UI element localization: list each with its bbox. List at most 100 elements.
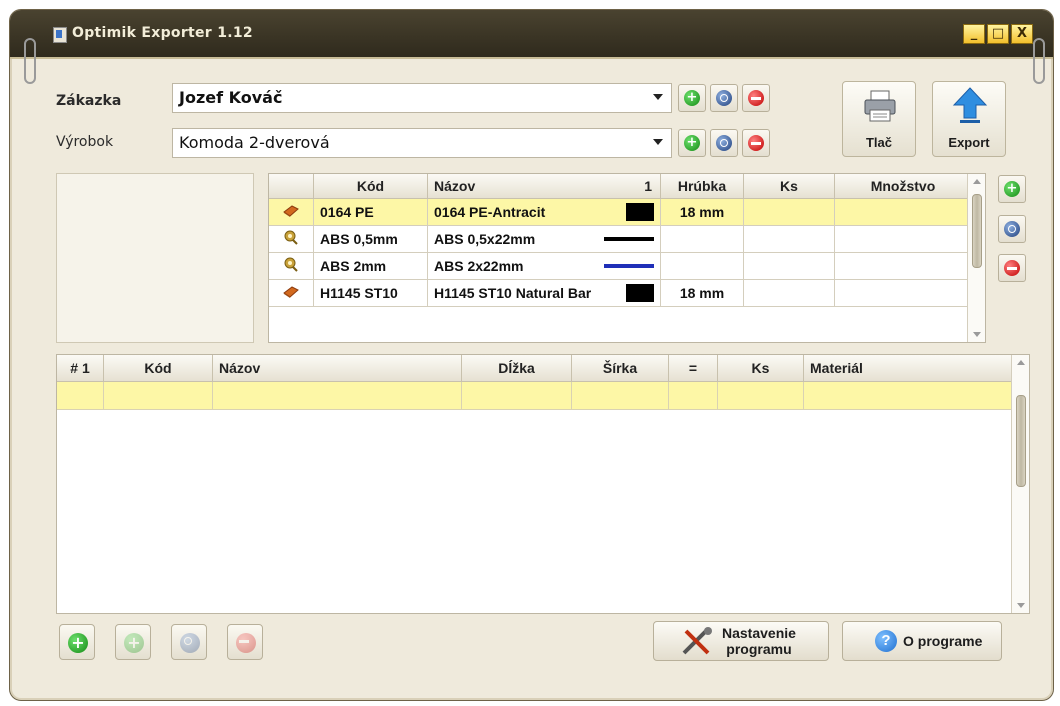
delete-material-button[interactable] [998,254,1026,282]
export-label: Export [948,135,990,150]
material-amount[interactable] [834,198,971,226]
column-header-name[interactable]: Názov [212,355,462,382]
material-amount[interactable] [834,252,971,280]
column-header-code[interactable]: Kód [313,174,428,199]
table-row[interactable]: ABS 0,5mm ABS 0,5x22mm [269,225,971,253]
chevron-down-icon[interactable] [653,94,663,100]
table-row[interactable] [57,381,1028,410]
material-thickness[interactable]: 18 mm [660,279,744,307]
material-name: 0164 PE-Antracit [434,204,546,220]
table-row[interactable]: ABS 2mm ABS 2x22mm [269,252,971,280]
column-header-thickness[interactable]: Hrúbka [660,174,744,199]
column-header-name[interactable]: Názov 1 [427,174,661,199]
app-icon [53,27,67,43]
window-title: Optimik Exporter 1.12 [72,25,253,41]
product-select[interactable]: Komoda 2-dverová [172,128,672,158]
material-thickness[interactable] [660,225,744,253]
material-code[interactable]: 0164 PE [313,198,428,226]
table-cell[interactable] [212,381,462,410]
material-pieces[interactable] [743,225,835,253]
edit-icon [716,135,732,151]
material-pieces[interactable] [743,252,835,280]
binder-ring-icon [24,38,36,84]
parts-scrollbar[interactable] [1011,355,1029,613]
remove-icon [236,633,256,653]
material-amount[interactable] [834,225,971,253]
materials-scrollbar[interactable] [967,174,985,342]
table-row[interactable]: 0164 PE 0164 PE-Antracit 18 mm [269,198,971,226]
title-bar[interactable]: Optimik Exporter 1.12 _ □ X [10,10,1053,59]
edit-part-detail-button[interactable] [171,624,207,660]
export-button[interactable]: Export [932,81,1006,157]
material-pieces[interactable] [743,198,835,226]
add-order-button[interactable] [678,84,706,112]
material-code[interactable]: ABS 2mm [313,252,428,280]
settings-label-line-1: Nastavenie [722,625,796,641]
table-row[interactable]: H1145 ST10 H1145 ST10 Natural Bar 18 mm [269,279,971,307]
scroll-down-icon[interactable] [973,332,981,337]
help-icon: ? [875,630,897,652]
delete-order-button[interactable] [742,84,770,112]
add-part-button[interactable] [59,624,95,660]
edit-material-button[interactable] [998,215,1026,243]
close-button[interactable]: X [1011,24,1033,44]
column-header-pieces[interactable]: Ks [743,174,835,199]
material-pieces[interactable] [743,279,835,307]
column-header-icon[interactable] [269,174,314,199]
column-header-equal[interactable]: = [668,355,718,382]
column-header-width[interactable]: Šírka [571,355,669,382]
material-thickness[interactable]: 18 mm [660,198,744,226]
table-cell[interactable] [57,381,104,410]
table-cell[interactable] [103,381,213,410]
parts-header-row: # 1 Kód Názov Dĺžka Šírka = Ks Materiál [57,355,1028,382]
column-header-pieces[interactable]: Ks [717,355,804,382]
edit-icon [716,90,732,106]
edit-order-button[interactable] [710,84,738,112]
table-cell[interactable] [803,381,1028,410]
chevron-down-icon[interactable] [653,139,663,145]
delete-part-button[interactable] [227,624,263,660]
add-icon [684,90,700,106]
edge-tape-icon [269,252,314,280]
order-select[interactable]: Jozef Kováč [172,83,672,113]
column-header-material[interactable]: Materiál [803,355,1028,382]
scroll-up-icon[interactable] [1017,360,1025,365]
material-code[interactable]: ABS 0,5mm [313,225,428,253]
color-swatch [604,264,654,268]
materials-header-row: Kód Názov 1 Hrúbka Ks Množstvo [269,174,971,199]
delete-product-button[interactable] [742,129,770,157]
minimize-button[interactable]: _ [963,24,985,44]
material-name-cell[interactable]: ABS 2x22mm [427,252,661,280]
settings-label: Nastavenie programu [722,625,796,657]
column-header-code[interactable]: Kód [103,355,213,382]
column-header-index[interactable]: # 1 [57,355,104,382]
scroll-thumb[interactable] [972,194,982,268]
scroll-up-icon[interactable] [973,179,981,184]
material-name-cell[interactable]: H1145 ST10 Natural Bar [427,279,661,307]
table-cell[interactable] [571,381,669,410]
column-header-amount[interactable]: Množstvo [834,174,971,199]
column-header-name-label: Názov [434,178,476,194]
scroll-thumb[interactable] [1016,395,1026,487]
about-button[interactable]: ? O programe [842,621,1002,661]
table-cell[interactable] [668,381,718,410]
edit-part-button[interactable] [115,624,151,660]
table-cell[interactable] [461,381,572,410]
material-name-cell[interactable]: 0164 PE-Antracit [427,198,661,226]
add-product-button[interactable] [678,129,706,157]
scroll-down-icon[interactable] [1017,603,1025,608]
table-cell[interactable] [717,381,804,410]
add-icon [68,633,88,653]
material-name-cell[interactable]: ABS 0,5x22mm [427,225,661,253]
add-icon [124,633,144,653]
edit-product-button[interactable] [710,129,738,157]
add-material-button[interactable] [998,175,1026,203]
material-code[interactable]: H1145 ST10 [313,279,428,307]
material-thickness[interactable] [660,252,744,280]
material-amount[interactable] [834,279,971,307]
print-button[interactable]: Tlač [842,81,916,157]
column-header-length[interactable]: Dĺžka [461,355,572,382]
maximize-button[interactable]: □ [987,24,1009,44]
settings-label-line-2: programu [726,641,792,657]
settings-button[interactable]: Nastavenie programu [653,621,829,661]
